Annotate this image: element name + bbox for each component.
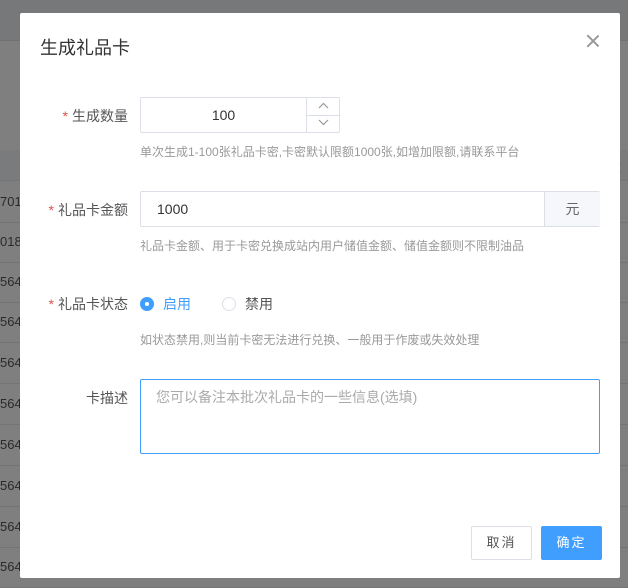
decrement-button[interactable] [307,115,340,132]
quantity-stepper[interactable]: 100 [140,97,340,133]
chevron-up-icon [318,102,329,109]
required-mark: * [62,108,68,124]
status-radio-disabled[interactable]: 禁用 [222,294,282,314]
description-placeholder: 您可以备注本批次礼品卡的一些信息(选填) [156,389,418,405]
radio-unchecked-icon [222,297,236,311]
status-option-enabled: 启用 [163,296,191,312]
quantity-label-text: 生成数量 [72,108,128,124]
confirm-button[interactable]: 确定 [541,526,602,560]
increment-button[interactable] [307,98,340,116]
status-help-text: 如状态禁用,则当前卡密无法进行兑换、一般用于作废或失效处理 [140,333,480,347]
amount-field[interactable]: 1000 元 [140,191,600,227]
description-textarea[interactable]: 您可以备注本批次礼品卡的一些信息(选填) [140,379,600,454]
dialog-title: 生成礼品卡 [40,38,130,58]
quantity-label: * 生成数量 [28,106,128,126]
quantity-input[interactable]: 100 [141,98,306,132]
cancel-button[interactable]: 取消 [471,526,532,560]
amount-unit-suffix: 元 [544,192,600,226]
chevron-down-icon [318,119,329,126]
status-label-text: 礼品卡状态 [58,296,128,312]
amount-label: * 礼品卡金额 [28,200,128,220]
status-label: * 礼品卡状态 [28,294,128,314]
required-mark: * [48,296,54,312]
radio-checked-icon [140,297,154,311]
gift-card-dialog: 生成礼品卡 * 生成数量 100 单次生成1-100张礼品卡密,卡密默认限额100… [20,13,620,578]
required-mark: * [48,202,54,218]
amount-input[interactable]: 1000 [157,192,188,226]
amount-help-text: 礼品卡金额、用于卡密兑换成站内用户储值金额、储值金额则不限制油品 [140,239,525,253]
status-radio-enabled[interactable]: 启用 [140,294,200,314]
amount-label-text: 礼品卡金额 [58,202,128,218]
description-label: 卡描述 [86,390,128,406]
close-icon[interactable] [585,33,601,49]
quantity-stepper-controls [306,98,340,132]
status-option-disabled: 禁用 [245,296,273,312]
quantity-help-text: 单次生成1-100张礼品卡密,卡密默认限额1000张,如增加限额,请联系平台 [140,145,520,159]
